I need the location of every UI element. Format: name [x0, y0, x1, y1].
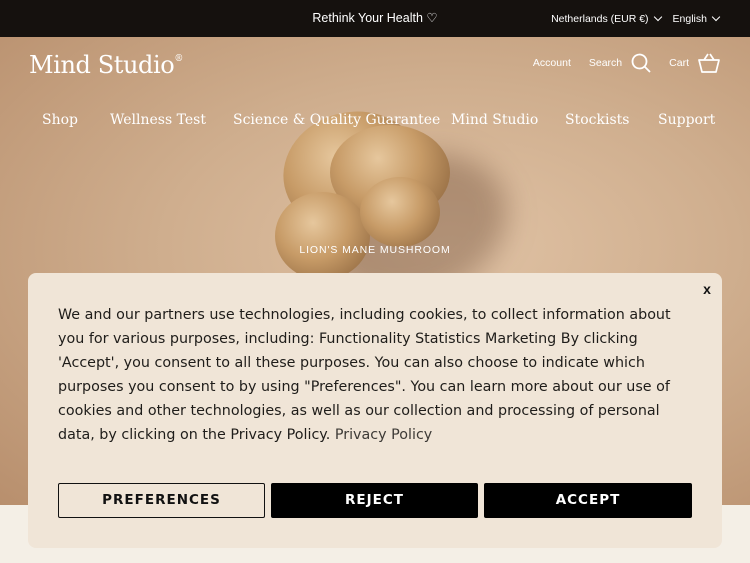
accept-button[interactable]: ACCEPT: [484, 483, 692, 518]
locale-selectors: Netherlands (EUR €) English: [551, 0, 721, 37]
mushroom-image-part: [360, 177, 440, 247]
site-header: Mind Studio® Account Search Cart: [0, 37, 750, 97]
search-label: Search: [588, 57, 623, 69]
account-link[interactable]: Account: [533, 57, 571, 69]
cart-label: Cart: [669, 57, 689, 69]
cart-button[interactable]: Cart: [669, 53, 720, 73]
search-button[interactable]: Search: [589, 53, 651, 73]
mushroom-image-part: [275, 192, 370, 280]
search-icon: [631, 53, 651, 73]
nav-item-wellness-test[interactable]: Wellness Test: [110, 112, 206, 128]
nav-item-shop[interactable]: Shop: [42, 112, 78, 128]
region-label: Netherlands (EUR €): [551, 12, 649, 25]
reject-button[interactable]: REJECT: [271, 483, 478, 518]
region-selector[interactable]: Netherlands (EUR €): [551, 12, 662, 25]
preferences-button[interactable]: PREFERENCES: [58, 483, 265, 518]
registered-mark: ®: [174, 54, 183, 64]
nav-item-science-quality[interactable]: Science & Quality Guarantee: [233, 112, 440, 128]
cookie-message-text: We and our partners use technologies, in…: [58, 307, 671, 443]
basket-icon: [698, 53, 720, 73]
close-icon[interactable]: x: [700, 282, 714, 296]
cookie-message: We and our partners use technologies, in…: [58, 303, 694, 447]
site-logo[interactable]: Mind Studio®: [29, 51, 183, 79]
hero-product-label: LION'S MANE MUSHROOM: [299, 244, 451, 256]
main-nav: Shop Wellness Test Science & Quality Gua…: [0, 112, 750, 134]
logo-text: Mind Studio: [29, 51, 175, 79]
nav-item-stockists[interactable]: Stockists: [565, 112, 629, 128]
nav-item-support[interactable]: Support: [658, 112, 715, 128]
header-actions: Account Search Cart: [533, 53, 720, 73]
chevron-down-icon: [711, 12, 721, 22]
announcement-bar: Rethink Your Health ♡ Netherlands (EUR €…: [0, 0, 750, 37]
privacy-policy-link[interactable]: Privacy Policy: [335, 427, 432, 443]
chevron-down-icon: [653, 12, 662, 22]
language-label: English: [672, 12, 707, 25]
nav-item-mind-studio[interactable]: Mind Studio: [451, 112, 538, 128]
cookie-banner: x We and our partners use technologies, …: [28, 273, 722, 548]
language-selector[interactable]: English: [672, 12, 721, 25]
